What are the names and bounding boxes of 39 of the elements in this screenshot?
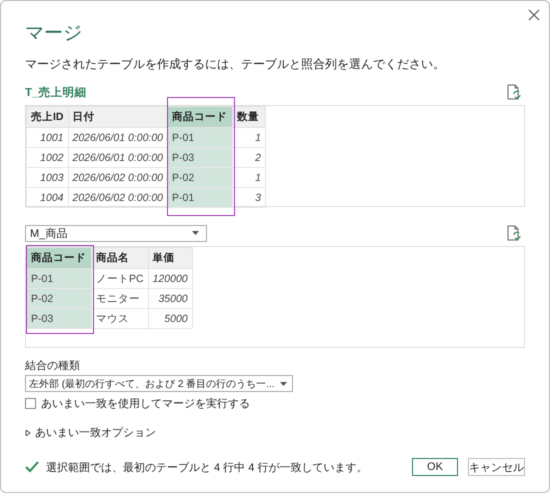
checkbox-label: あいまい一致を使用してマージを実行する [41, 396, 250, 411]
table-cell: P-01 [168, 128, 233, 148]
table-cell: P-01 [26, 268, 92, 288]
dialog-description: マージされたテーブルを作成するには、テーブルと照合列を選んでください。 [25, 56, 446, 72]
table-cell: 120000 [148, 268, 192, 288]
column-header[interactable]: 日付 [68, 106, 168, 128]
column-header[interactable]: 商品コード [26, 248, 92, 268]
table-cell: ノートPC [92, 268, 148, 288]
ok-button[interactable]: OK [412, 458, 458, 476]
table-cell: 5000 [148, 308, 192, 328]
table-cell: マウス [92, 308, 148, 328]
table-cell: P-03 [26, 308, 92, 328]
column-header[interactable]: 単価 [148, 248, 192, 268]
table-cell: 1002 [26, 148, 68, 168]
cancel-button[interactable]: キャンセル [468, 458, 525, 476]
column-header[interactable]: 売上ID [26, 106, 68, 128]
table-cell: 1001 [26, 128, 68, 148]
table-name: T_売上明細 [25, 85, 86, 100]
join-kind-label: 結合の種類 [25, 359, 81, 373]
dialog-title: マージ [25, 23, 83, 45]
table-dropdown[interactable]: M_商品 [25, 224, 207, 242]
table-cell: P-02 [168, 168, 233, 188]
status-message: 選択範囲では、最初のテーブルと 4 行中 4 行が一致しています。 [46, 460, 368, 474]
table-cell: モニター [92, 288, 148, 308]
table-cell: P-02 [26, 288, 92, 308]
table-cell: 35000 [148, 288, 192, 308]
table-cell: P-01 [168, 188, 233, 208]
table-cell: P-03 [168, 148, 233, 168]
table-cell: 3 [232, 188, 266, 208]
table-cell: 1003 [26, 168, 68, 188]
column-header[interactable]: 商品コード [168, 106, 233, 128]
table-cell: 1004 [26, 188, 68, 208]
join-kind-dropdown[interactable]: 左外部 (最初の行すべて、および 2 番目の行のうち一... [25, 375, 293, 392]
column-header[interactable]: 数量 [232, 106, 266, 128]
table-cell: 2 [232, 148, 266, 168]
table-cell: 1 [232, 128, 266, 148]
column-header[interactable]: 商品名 [92, 248, 148, 268]
fuzzy-options-expander[interactable]: あいまい一致オプション [25, 425, 525, 440]
table-cell: 1 [232, 168, 266, 188]
